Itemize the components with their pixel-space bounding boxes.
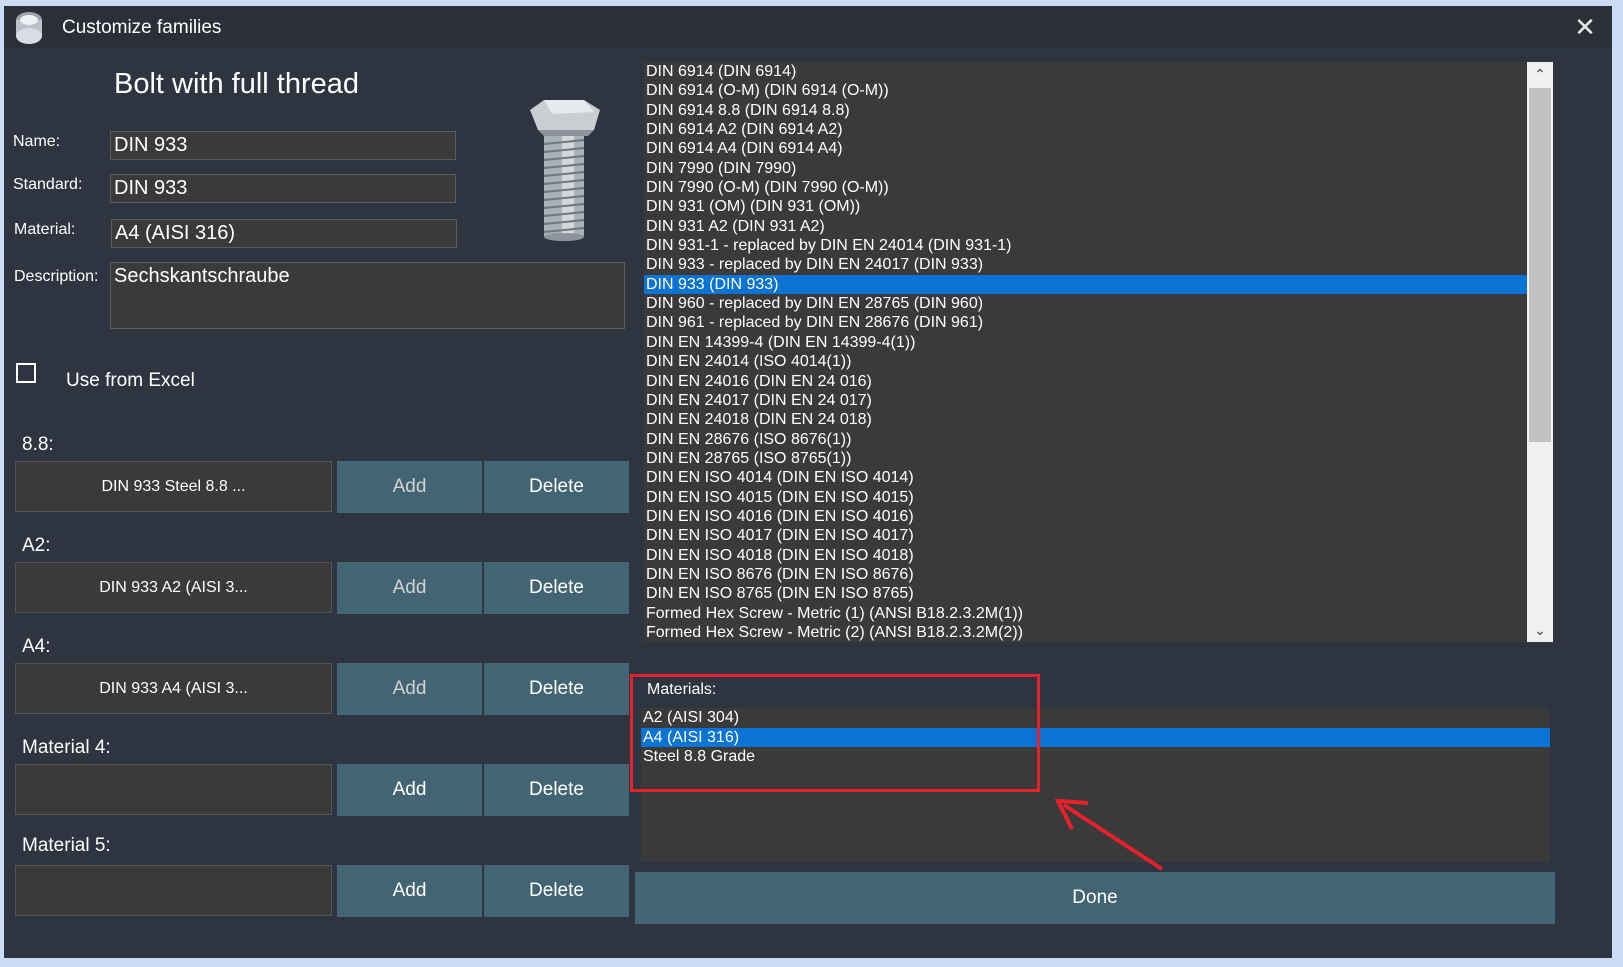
slot-label: Material 5: [22,835,111,856]
family-list-item[interactable]: DIN EN 28765 (ISO 8765(1)) [644,449,1527,468]
material-input[interactable] [111,219,457,248]
slot-label: A4: [22,636,51,657]
name-label: Name: [13,133,61,150]
family-list-item[interactable]: DIN EN 24017 (DIN EN 24 017) [644,391,1527,410]
family-list-item[interactable]: DIN 6914 A4 (DIN 6914 A4) [644,139,1527,158]
add-material-4-button[interactable]: Add [337,764,482,816]
family-list-item[interactable]: DIN EN 28676 (ISO 8676(1)) [644,430,1527,449]
use-excel-label: Use from Excel [66,370,195,391]
family-list-item[interactable]: DIN EN ISO 8676 (DIN EN ISO 8676) [644,565,1527,584]
family-list-item[interactable]: DIN EN 24014 (ISO 4014(1)) [644,352,1527,371]
bolt-app-icon [16,12,42,44]
family-list-item[interactable]: DIN 931-1 - replaced by DIN EN 24014 (DI… [644,236,1527,255]
add-material-5-button[interactable]: Add [337,865,482,917]
slot-label: 8.8: [22,434,54,455]
delete-a2-button[interactable]: Delete [484,562,629,614]
scroll-thumb[interactable] [1529,88,1551,442]
family-list-item[interactable]: DIN EN ISO 4016 (DIN EN ISO 4016) [644,507,1527,526]
standard-input[interactable] [110,174,456,203]
material-label: Material: [14,221,76,238]
bolt-image [530,100,600,241]
slot-material-5-field[interactable] [15,865,332,916]
family-list-item[interactable]: DIN 6914 (O-M) (DIN 6914 (O-M)) [644,81,1527,100]
scroll-up-icon[interactable]: ⌃ [1527,62,1553,86]
family-list-item[interactable]: DIN EN ISO 8765 (DIN EN ISO 8765) [644,584,1527,603]
family-list-item[interactable]: DIN EN ISO 4017 (DIN EN ISO 4017) [644,526,1527,545]
use-excel-checkbox[interactable] [16,363,36,383]
family-list-item[interactable]: DIN 7990 (O-M) (DIN 7990 (O-M)) [644,178,1527,197]
window-title: Customize families [62,17,222,38]
family-list-item[interactable]: DIN EN 14399-4 (DIN EN 14399-4(1)) [644,333,1527,352]
standard-label: Standard: [13,176,83,193]
family-list-item[interactable]: DIN EN ISO 4015 (DIN EN ISO 4015) [644,488,1527,507]
done-button[interactable]: Done [635,872,1555,924]
family-heading: Bolt with full thread [114,68,360,100]
family-list-item[interactable]: Formed Hex Screw - Metric (2) (ANSI B18.… [644,623,1527,642]
add-a2-button[interactable]: Add [337,562,482,614]
family-list-scrollbar[interactable]: ⌃ ⌄ [1527,62,1553,642]
family-list-item[interactable]: DIN EN 24016 (DIN EN 24 016) [644,372,1527,391]
delete-material-4-button[interactable]: Delete [484,764,629,816]
family-list[interactable]: DIN 6914 (DIN 6914) DIN 6914 (O-M) (DIN 6… [644,62,1527,642]
family-list-item[interactable]: DIN 933 (DIN 933) [644,274,1527,295]
slot-8-8-field[interactable]: DIN 933 Steel 8.8 ... [15,461,332,512]
family-list-item[interactable]: DIN 961 - replaced by DIN EN 28676 (DIN … [644,313,1527,332]
name-input[interactable] [110,131,456,160]
customize-families-window: Customize families ✕ Bolt with full thre… [4,6,1612,958]
slot-label: Material 4: [22,737,111,758]
title-bar: Customize families ✕ [4,6,1612,48]
annotation-highlight-box [630,674,1040,792]
delete-8-8-button[interactable]: Delete [484,461,629,513]
family-list-item[interactable]: DIN EN 24018 (DIN EN 24 018) [644,410,1527,429]
scroll-down-icon[interactable]: ⌄ [1527,618,1553,642]
add-a4-button[interactable]: Add [337,663,482,715]
delete-material-5-button[interactable]: Delete [484,865,629,917]
add-8-8-button[interactable]: Add [337,461,482,513]
close-icon[interactable]: ✕ [1570,12,1600,42]
slot-a2-field[interactable]: DIN 933 A2 (AISI 3... [15,562,332,613]
slot-a4-field[interactable]: DIN 933 A4 (AISI 3... [15,663,332,714]
family-list-item[interactable]: DIN EN ISO 4018 (DIN EN ISO 4018) [644,546,1527,565]
description-input[interactable]: Sechskantschraube [110,262,625,329]
family-list-item[interactable]: DIN EN ISO 4014 (DIN EN ISO 4014) [644,468,1527,487]
slot-label: A2: [22,535,51,556]
family-list-item[interactable]: DIN 933 - replaced by DIN EN 24017 (DIN … [644,255,1527,274]
family-list-item[interactable]: Formed Hex Screw - Metric (1) (ANSI B18.… [644,604,1527,623]
family-list-item[interactable]: DIN 6914 8.8 (DIN 6914 8.8) [644,101,1527,120]
family-list-item[interactable]: DIN 7990 (DIN 7990) [644,159,1527,178]
annotation-arrow [1054,798,1164,871]
family-list-item[interactable]: DIN 6914 (DIN 6914) [644,62,1527,81]
delete-a4-button[interactable]: Delete [484,663,629,715]
family-list-item[interactable]: DIN 931 (OM) (DIN 931 (OM)) [644,197,1527,216]
slot-material-4-field[interactable] [15,764,332,815]
family-list-item[interactable]: DIN 931 A2 (DIN 931 A2) [644,217,1527,236]
family-list-item[interactable]: DIN 960 - replaced by DIN EN 28765 (DIN … [644,294,1527,313]
family-list-item[interactable]: DIN 6914 A2 (DIN 6914 A2) [644,120,1527,139]
description-label: Description: [14,268,99,285]
